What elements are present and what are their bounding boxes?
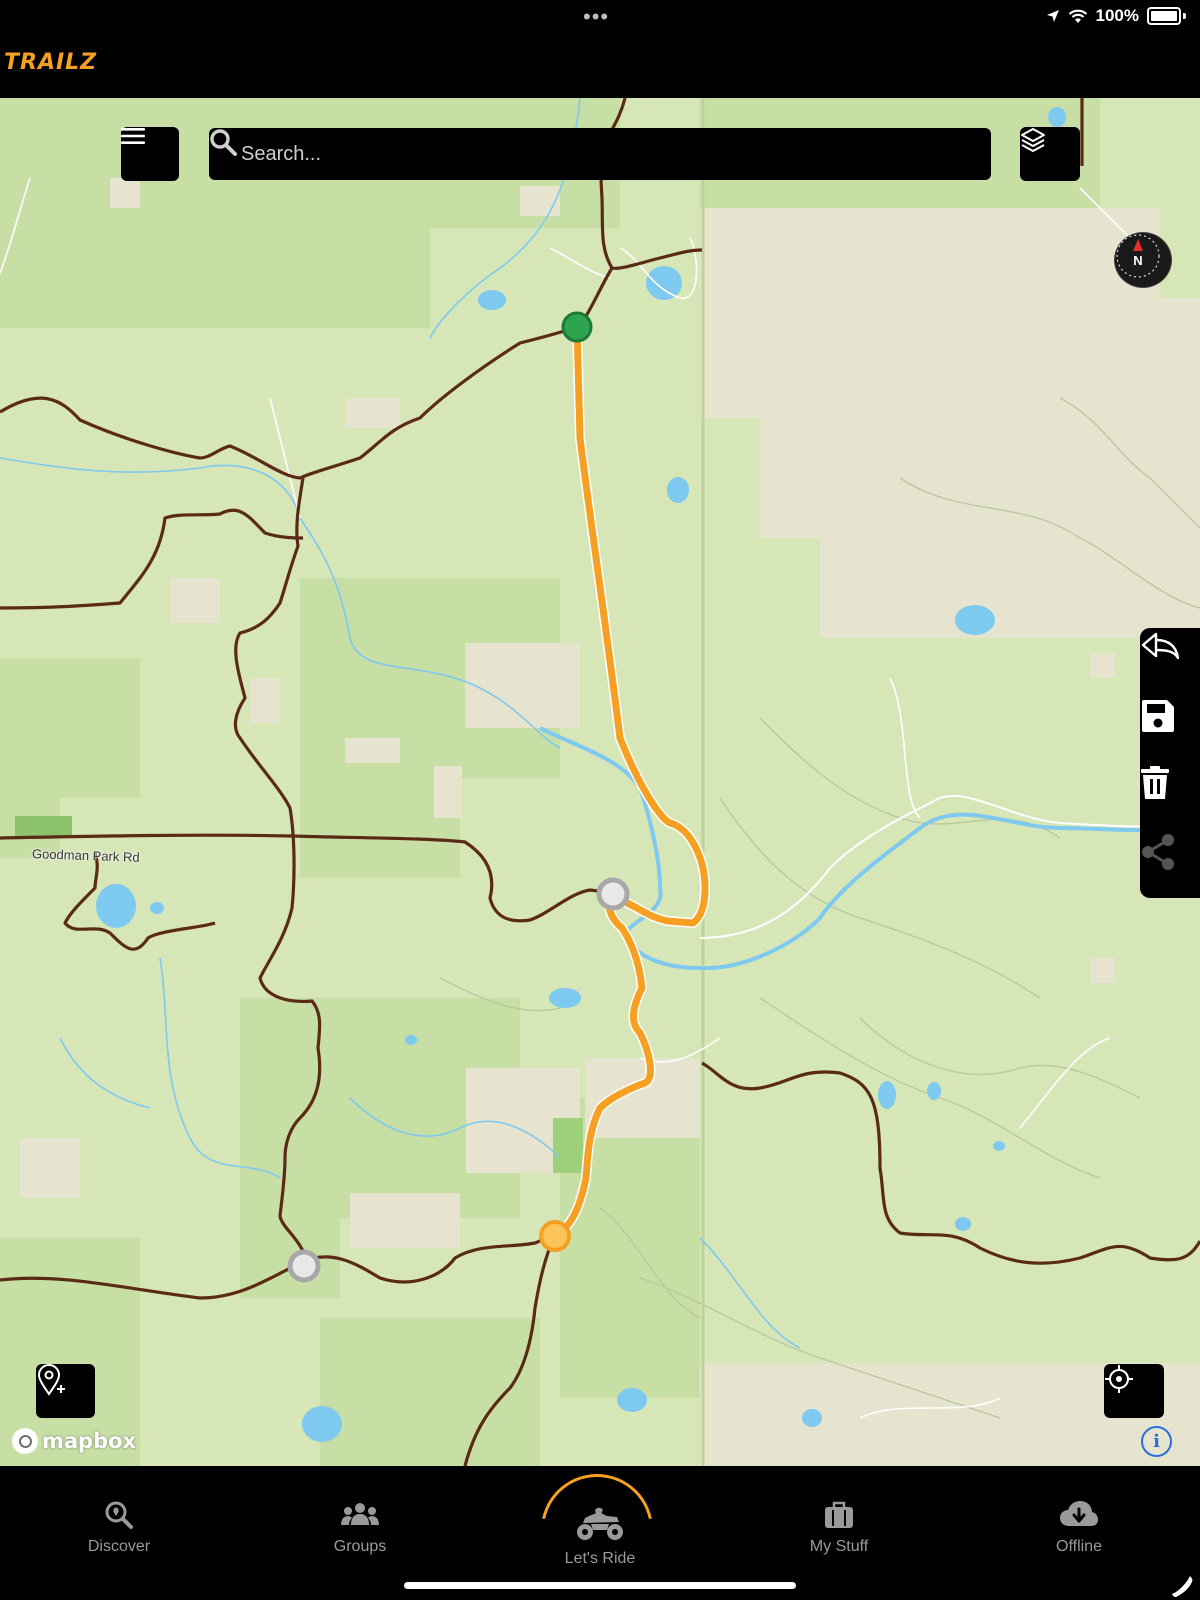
multitask-dots[interactable]: ••• bbox=[583, 4, 609, 30]
app-header: TRAILZ bbox=[0, 34, 1200, 98]
search-bar[interactable] bbox=[209, 128, 991, 180]
location-arrow-icon bbox=[1046, 10, 1059, 22]
tab-label: Let's Ride bbox=[564, 1550, 636, 1567]
home-indicator[interactable] bbox=[404, 1582, 796, 1589]
map-info-button[interactable]: i bbox=[1141, 1426, 1172, 1457]
map-canvas[interactable] bbox=[0, 98, 1200, 1466]
small-meadow bbox=[15, 816, 72, 836]
search-input[interactable] bbox=[239, 141, 923, 167]
save-button[interactable] bbox=[1140, 698, 1200, 760]
crosshair-icon bbox=[1105, 1365, 1133, 1393]
small-meadow-2 bbox=[553, 1118, 583, 1173]
layers-button[interactable] bbox=[1020, 127, 1080, 181]
route-start-marker[interactable] bbox=[561, 311, 593, 343]
compass-button[interactable]: N bbox=[1114, 232, 1172, 288]
undo-arrow-icon bbox=[1141, 632, 1180, 660]
compass-icon: N bbox=[1116, 234, 1160, 278]
floppy-disk-icon bbox=[1142, 700, 1174, 732]
wifi-icon bbox=[1068, 9, 1087, 23]
tab-groups[interactable]: Groups bbox=[290, 1500, 430, 1556]
battery-icon bbox=[1147, 7, 1181, 25]
battery-percent: 100% bbox=[1095, 6, 1139, 25]
tab-lets-ride[interactable]: Let's Ride bbox=[530, 1506, 670, 1568]
compass-label: N bbox=[1133, 253, 1142, 268]
bottom-tab-bar: Discover Groups Let's Ride My Stuff Offl… bbox=[0, 1466, 1200, 1600]
discover-search-icon bbox=[105, 1501, 133, 1529]
menu-button[interactable] bbox=[121, 127, 179, 181]
tab-my-stuff[interactable]: My Stuff bbox=[769, 1500, 909, 1556]
tab-discover[interactable]: Discover bbox=[49, 1500, 189, 1556]
cloud-download-icon bbox=[1060, 1501, 1098, 1526]
status-bar: ••• 100% bbox=[0, 0, 1200, 34]
add-place-button[interactable] bbox=[36, 1364, 95, 1418]
tab-label: Groups bbox=[333, 1538, 387, 1555]
waypoint-marker[interactable] bbox=[596, 877, 630, 911]
undo-button[interactable] bbox=[1140, 630, 1200, 692]
route-end-marker[interactable] bbox=[539, 1220, 571, 1252]
hamburger-icon bbox=[121, 128, 145, 144]
mapbox-text: mapbox bbox=[42, 1429, 137, 1453]
tab-label: Discover bbox=[87, 1538, 151, 1555]
route-actions-panel bbox=[1140, 628, 1200, 898]
river bbox=[539, 726, 1200, 971]
waypoint-marker-2[interactable] bbox=[287, 1249, 321, 1283]
app-logo: TRAILZ bbox=[4, 50, 98, 75]
briefcase-icon bbox=[825, 1501, 853, 1528]
atv-icon bbox=[577, 1507, 623, 1540]
tab-label: Offline bbox=[1056, 1538, 1102, 1555]
add-pin-icon bbox=[37, 1364, 65, 1396]
tab-offline[interactable]: Offline bbox=[1009, 1500, 1149, 1556]
tab-label: My Stuff bbox=[809, 1538, 869, 1555]
phone-call-icon[interactable] bbox=[1168, 1572, 1194, 1598]
delete-button[interactable] bbox=[1140, 766, 1200, 828]
mapbox-logo-icon bbox=[12, 1428, 38, 1454]
share-button[interactable] bbox=[1140, 833, 1200, 895]
share-icon bbox=[1142, 834, 1174, 870]
groups-icon bbox=[341, 1503, 379, 1525]
locate-me-button[interactable] bbox=[1104, 1364, 1164, 1418]
status-indicators: 100% bbox=[1046, 6, 1186, 26]
map-view[interactable]: Goodman Park Rd N bbox=[0, 98, 1200, 1466]
layers-icon bbox=[1021, 128, 1045, 152]
trash-icon bbox=[1141, 766, 1169, 799]
mapbox-attribution[interactable]: mapbox bbox=[12, 1428, 136, 1454]
